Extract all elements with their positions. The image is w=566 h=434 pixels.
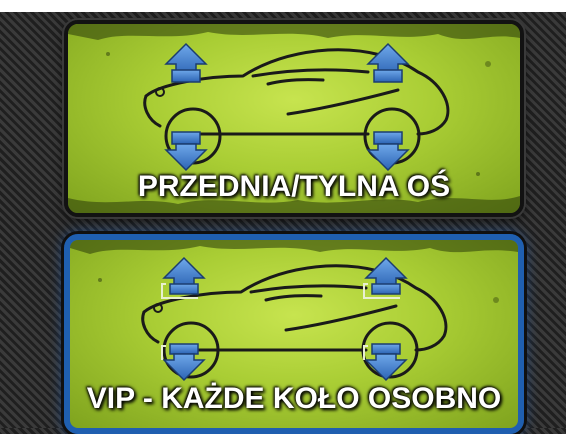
top-strip [0,0,566,12]
mode-label: VIP - KAŻDE KOŁO OSOBNO [86,382,502,415]
front-left-down-arrow-icon [161,343,206,382]
rear-left-up-arrow-icon [363,256,408,299]
mode-card-vip[interactable]: VIP - KAŻDE KOŁO OSOBNO [64,234,524,434]
rear-left-down-arrow-icon [363,343,408,382]
mode-label: PRZEDNIA/TYLNA OŚ [137,170,451,203]
rear-up-arrow-icon [366,42,410,83]
front-up-arrow-icon [164,42,208,83]
mode-card-axle[interactable]: PRZEDNIA/TYLNA OŚ [64,20,524,217]
front-left-up-arrow-icon [161,256,206,299]
front-down-arrow-icon [164,131,208,172]
rear-down-arrow-icon [366,131,410,172]
